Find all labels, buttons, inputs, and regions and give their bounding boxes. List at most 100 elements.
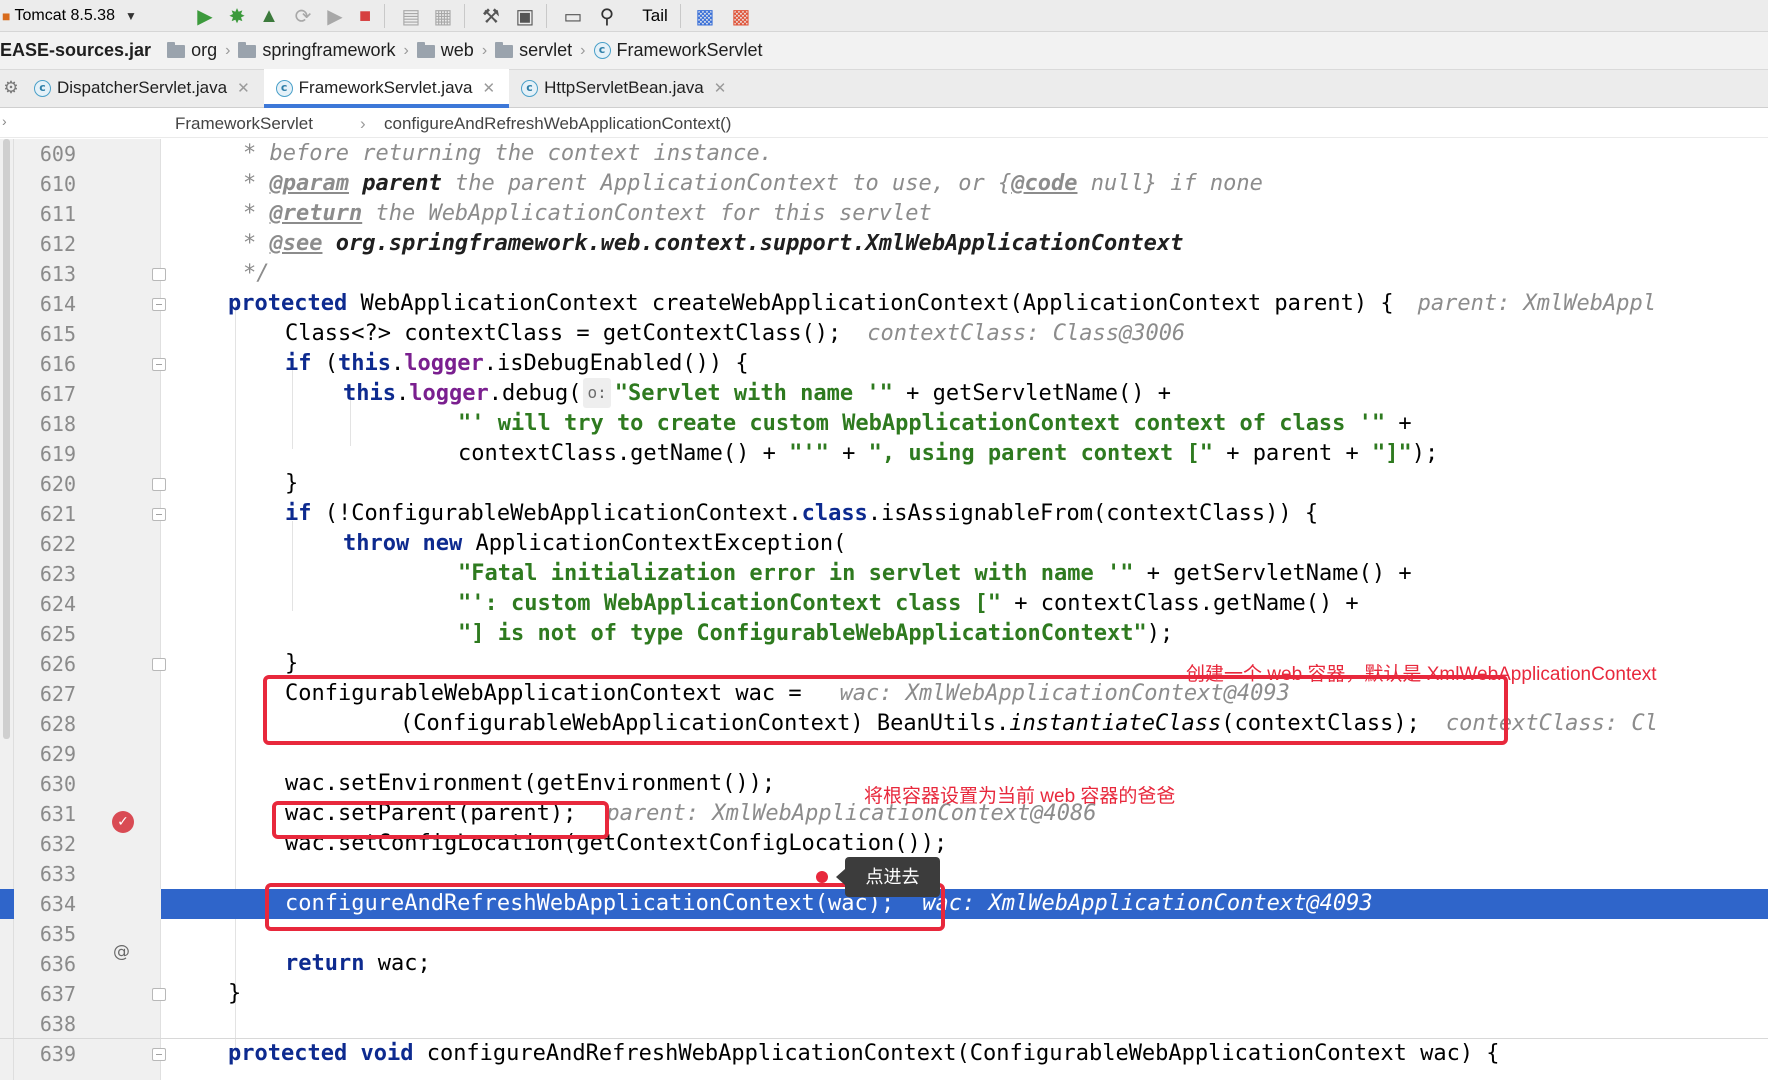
line-number: 632 <box>39 832 76 856</box>
javadoc-tag: @param <box>269 171 349 196</box>
line-number: 626 <box>39 652 76 676</box>
build-icon[interactable]: ▤ <box>398 3 424 29</box>
run-configuration-selector[interactable]: ■ Tomcat 8.5.38 ▼ <box>0 3 170 29</box>
fold-marker[interactable] <box>152 1048 166 1061</box>
breadcrumb-class[interactable]: FrameworkServlet <box>175 114 313 134</box>
javadoc-param: parent <box>348 171 442 196</box>
line-number: 610 <box>39 172 76 196</box>
debug-inline-value: contextClass: Class@3006 <box>867 321 1186 346</box>
tab-httpservletbean[interactable]: c HttpServletBean.java ✕ <box>509 69 740 107</box>
nav-crumb-label: org <box>191 40 218 60</box>
nav-crumb-org[interactable]: org <box>167 40 217 61</box>
terminal-icon[interactable]: ▭ <box>560 3 586 29</box>
code-text: * before returning the context instance. <box>243 139 773 169</box>
keyword: if <box>285 351 312 376</box>
close-icon[interactable]: ✕ <box>237 79 250 97</box>
code-line: 624 "': custom WebApplicationContext cla… <box>0 589 1768 619</box>
editor-tab-bar: ⚙ c DispatcherServlet.java ✕ c Framework… <box>0 69 1768 108</box>
fold-marker[interactable] <box>152 358 166 371</box>
line-number: 609 <box>39 142 76 166</box>
line-number: 615 <box>39 322 76 346</box>
debug-inline-value: wac: XmlWebApplicationContext@4093 <box>922 891 1373 916</box>
code-text: throw new ApplicationContextException( <box>343 529 846 559</box>
code-line: 617 this.logger.debug(o: "Servlet with na… <box>0 378 1768 409</box>
code-token: configureAndRefreshWebApplicationContext… <box>413 1041 1500 1066</box>
class-icon: c <box>521 79 539 97</box>
string-literal: "Servlet with name '" <box>614 381 893 406</box>
keyword: new <box>422 531 463 556</box>
keyword: protected <box>228 291 348 316</box>
nav-crumb-springframework[interactable]: springframework <box>238 40 395 61</box>
keyword: return <box>285 951 365 976</box>
tab-frameworkservlet[interactable]: c FrameworkServlet.java ✕ <box>263 69 510 108</box>
override-marker-icon[interactable]: @ <box>113 942 130 962</box>
code-token: ); <box>1146 621 1174 646</box>
nav-crumb-web[interactable]: web <box>416 40 474 61</box>
translate-icon[interactable]: ▩ <box>692 3 718 29</box>
code-text: "Fatal initialization error in servlet w… <box>458 559 1412 589</box>
chevron-right-icon: › <box>403 41 409 59</box>
code-text: * @param parent the parent ApplicationCo… <box>243 169 1263 199</box>
chevron-right-icon[interactable]: › <box>2 113 7 129</box>
code-token: } <box>285 651 299 676</box>
gear-icon[interactable]: ⚙ <box>0 69 22 107</box>
breakpoint-icon[interactable]: ✓ <box>112 811 134 833</box>
nav-crumb-label: servlet <box>519 40 573 60</box>
wrench-icon[interactable]: ⚒ <box>478 3 504 29</box>
tab-label: DispatcherServlet.java <box>57 78 228 97</box>
fold-marker[interactable] <box>152 658 166 671</box>
line-number: 621 <box>39 502 76 526</box>
close-icon[interactable]: ✕ <box>714 79 727 97</box>
code-line: 609 * before returning the context insta… <box>0 139 1768 169</box>
line-number: 619 <box>39 442 76 466</box>
project-structure-icon[interactable]: ▣ <box>512 3 538 29</box>
breadcrumb-method[interactable]: configureAndRefreshWebApplicationContext… <box>384 114 731 134</box>
code-line: 611 * @return the WebApplicationContext … <box>0 199 1768 229</box>
comment-text: * before returning the context instance. <box>243 141 773 166</box>
keyword: void <box>360 1041 414 1066</box>
string-literal: ", using parent context [" <box>868 441 1214 466</box>
annotation-note-create-context: 创建一个 web 容器，默认是 XmlWebApplicationContext <box>1186 664 1657 685</box>
chevron-right-icon: › <box>360 114 366 133</box>
code-text: Class<?> contextClass = getContextClass(… <box>285 319 1185 349</box>
google-translate-icon[interactable]: ▩ <box>728 3 754 29</box>
debug-icon[interactable]: ✸ <box>224 3 250 29</box>
line-number: 628 <box>39 712 76 736</box>
profile-icon[interactable]: ⟳ <box>290 3 316 29</box>
code-text: contextClass.getName() + "'" + ", using … <box>458 439 1438 469</box>
line-number: 629 <box>39 742 76 766</box>
nav-crumb-servlet[interactable]: servlet <box>495 40 572 61</box>
comment-text: the WebApplicationContext for this servl… <box>362 201 932 226</box>
run-icon[interactable]: ▶ <box>192 3 218 29</box>
string-literal: "]" <box>1371 441 1412 466</box>
code-token: wac.setEnvironment(getEnvironment()); <box>285 771 776 796</box>
tab-dispatcherservlet[interactable]: c DispatcherServlet.java ✕ <box>22 69 264 107</box>
resume-icon[interactable]: ▶ <box>322 3 348 29</box>
fold-marker[interactable] <box>152 478 166 491</box>
fold-marker[interactable] <box>152 988 166 1001</box>
code-token: WebApplicationContext createWebApplicati… <box>347 291 1394 316</box>
code-text: } <box>285 469 298 499</box>
modules-icon[interactable]: ▦ <box>430 3 456 29</box>
chevron-right-icon: › <box>580 41 586 59</box>
tail-button[interactable]: Tail <box>632 3 678 29</box>
stop-icon[interactable]: ■ <box>352 3 378 29</box>
nav-jar[interactable]: EASE-sources.jar <box>0 40 151 61</box>
chevron-right-icon: › <box>481 41 488 59</box>
fold-marker[interactable] <box>152 268 166 281</box>
code-line: 623 "Fatal initialization error in servl… <box>0 559 1768 589</box>
fold-marker[interactable] <box>152 298 166 311</box>
keyword: class <box>801 501 868 526</box>
line-number: 611 <box>39 202 76 226</box>
close-icon[interactable]: ✕ <box>482 79 495 97</box>
annotation-note-set-parent: 将根容器设置为当前 web 容器的爸爸 <box>864 786 1176 807</box>
fold-marker[interactable] <box>152 508 166 521</box>
javadoc-tag: @code <box>1011 171 1078 196</box>
nav-crumb-class[interactable]: c FrameworkServlet <box>593 40 763 61</box>
search-icon[interactable]: ⚲ <box>594 3 620 29</box>
code-line: 614 protected WebApplicationContext crea… <box>0 289 1768 319</box>
code-editor[interactable]: 609 * before returning the context insta… <box>0 139 1768 1080</box>
code-line: 619 contextClass.getName() + "'" + ", us… <box>0 439 1768 469</box>
line-number: 616 <box>39 352 76 376</box>
coverage-icon[interactable]: ▲ <box>256 3 282 29</box>
